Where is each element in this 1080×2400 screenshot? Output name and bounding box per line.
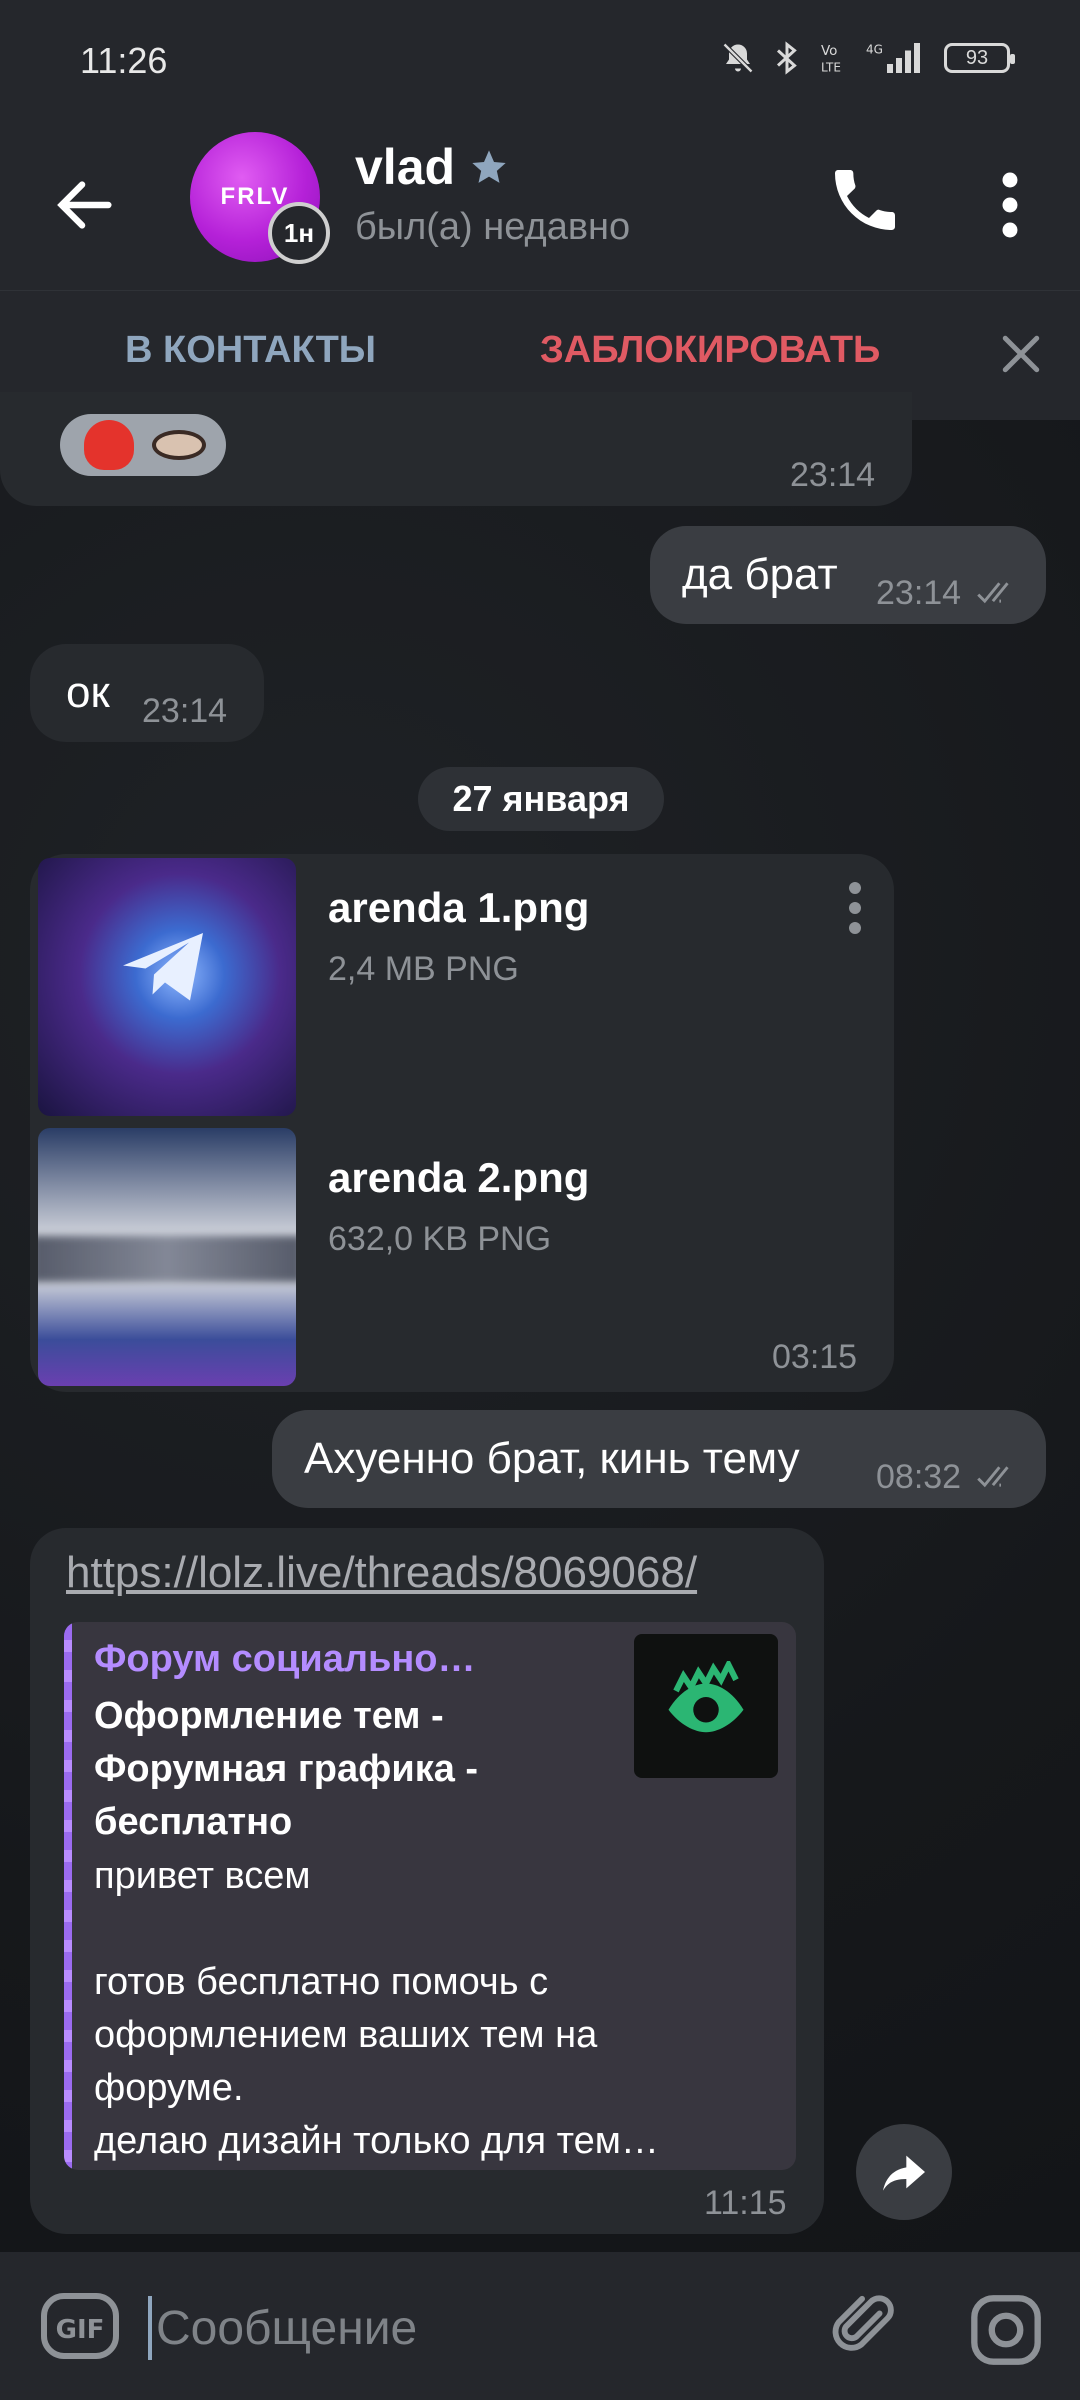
preview-description: привет всем готов бесплатно помочь с офо… [94,1850,784,2168]
message-input[interactable] [156,2292,796,2364]
message-link[interactable]: https://lolz.live/threads/8069068/ [66,1548,697,1598]
message-bubble-incoming[interactable]: ок 23:14 [30,644,264,742]
heart-emoji [84,420,134,470]
file-name: arenda 2.png [328,1154,590,1201]
file-size: 632,0 KB PNG [328,1220,552,1258]
message-time: 23:14 [876,574,962,612]
emoji-reactions [60,414,226,476]
message-composer: GIF [0,2252,1080,2400]
close-icon[interactable] [994,327,1048,381]
star-icon [472,150,506,183]
file-menu-icon[interactable] [840,878,870,938]
preview-line: оформлением ваших тем на [94,2014,598,2056]
preview-accent-bar [64,1622,72,2170]
paperclip-icon[interactable] [830,2290,900,2366]
double-check-icon [977,1466,1009,1488]
eye-logo-icon [668,1661,744,1733]
svg-text:GIF: GIF [56,2315,105,2345]
message-time: 23:14 [790,456,876,494]
message-time: 03:15 [772,1338,858,1376]
blurred-thumbnail-text [38,1236,296,1282]
status-time: 11:26 [80,40,168,81]
file-thumbnail-1[interactable] [38,858,296,1116]
file-size: 2,4 MB PNG [328,950,519,988]
message-time: 11:15 [704,2184,787,2222]
message-bubble-outgoing[interactable]: да брат 23:14 [650,526,1046,624]
phone-icon[interactable] [825,160,905,240]
preview-line: готов бесплатно помочь с [94,1961,549,2003]
preview-line: форуме. [94,2067,244,2109]
chat-header: FRLV 1н vlad был(а) недавно [0,120,1080,290]
svg-text:4G: 4G [866,43,883,57]
preview-image [634,1634,778,1778]
battery-icon: 93 [944,43,1015,73]
status-icons: Vo LTE 4G 93 [720,40,1015,76]
preview-line: делаю дизайн только для тем… [94,2120,659,2162]
svg-text:Vo: Vo [821,43,837,59]
message-bubble-incoming[interactable]: 23:14 [0,392,912,506]
message-time: 23:14 [142,692,228,730]
message-text: да брат [682,550,838,599]
date-separator: 27 января [418,767,664,831]
link-preview[interactable]: Форум социально… Оформление тем - Форумн… [64,1622,796,2170]
message-bubble-outgoing[interactable]: Ахуенно брат, кинь тему 08:32 [272,1410,1046,1508]
gif-icon[interactable]: GIF [40,2292,120,2360]
file-message-bubble[interactable]: arenda 1.png 2,4 MB PNG arenda 2.png 632… [30,854,894,1392]
share-arrow-icon [883,2155,925,2191]
block-user-button[interactable]: ЗАБЛОКИРОВАТЬ [540,329,880,372]
preview-line: привет всем [94,1855,311,1897]
volte-icon: Vo LTE [821,43,841,75]
telegram-logo-icon [123,933,203,1001]
double-check-icon [977,582,1009,604]
bluetooth-icon [776,41,797,75]
preview-line [94,1903,784,1956]
signal-4g-icon: 4G [866,43,920,73]
contact-name-row[interactable]: vlad [355,138,509,196]
file-thumbnail-2[interactable] [38,1128,296,1386]
message-text: Ахуенно брат, кинь тему [304,1434,800,1483]
contact-status: был(а) недавно [355,206,631,248]
preview-title: Оформление тем - Форумная графика - бесп… [94,1695,479,1843]
share-button[interactable] [856,2124,952,2220]
message-time: 08:32 [876,1458,962,1496]
story-badge: 1н [268,202,330,264]
camera-icon[interactable] [968,2292,1044,2368]
eye-emoji [152,430,206,460]
status-bar: 11:26 Vo LTE 4G 93 [0,0,1080,120]
back-arrow-icon[interactable] [50,170,120,240]
message-text: ок [66,668,110,717]
svg-text:LTE: LTE [821,61,841,75]
preview-site-name: Форум социально… [94,1638,476,1680]
mute-notifications-icon [722,42,754,74]
more-menu-icon[interactable] [980,165,1040,245]
text-caret [148,2296,152,2360]
file-name: arenda 1.png [328,884,590,931]
contact-name: vlad [355,139,456,195]
add-contact-button[interactable]: В КОНТАКТЫ [125,329,376,372]
